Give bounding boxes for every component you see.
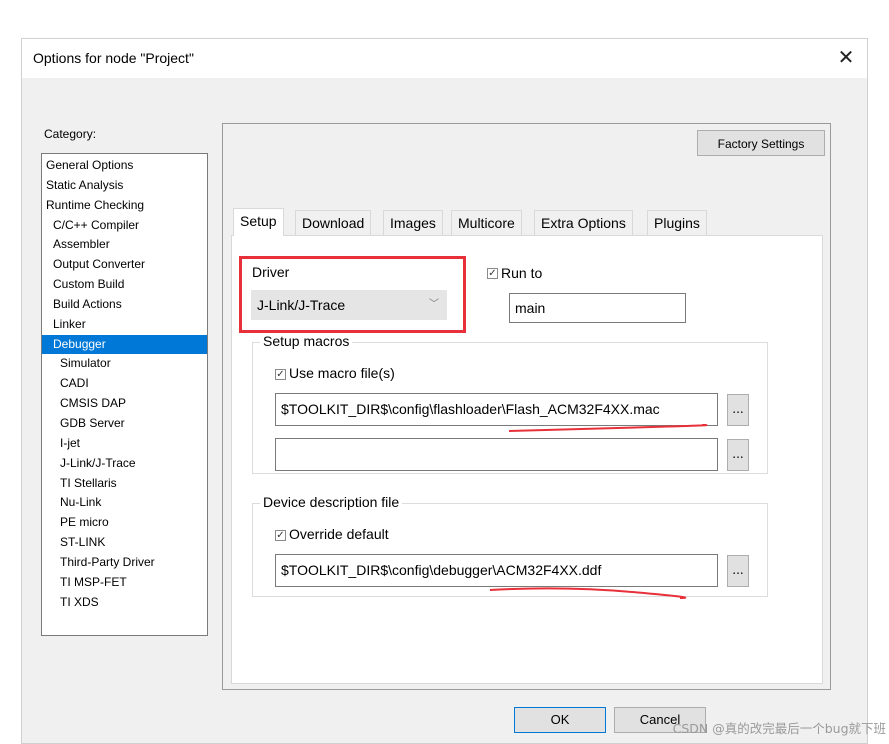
category-item-i-jet[interactable]: I-jet [42,434,207,454]
watermark-text: CSDN @真的改完最后一个bug就下班 [672,721,886,736]
ok-button[interactable]: OK [514,707,606,733]
category-item-static-analysis[interactable]: Static Analysis [42,176,207,196]
macro-underline [508,424,708,432]
tab-multicore[interactable]: Multicore [451,210,522,235]
category-item-debugger[interactable]: Debugger [42,334,207,355]
tab-plugins[interactable]: Plugins [647,210,707,235]
close-icon[interactable]: ✕ [835,46,857,68]
category-item-ti-xds[interactable]: TI XDS [42,593,207,613]
category-item-ti-msp-fet[interactable]: TI MSP-FET [42,573,207,593]
category-item-custom-build[interactable]: Custom Build [42,275,207,295]
category-item-st-link[interactable]: ST-LINK [42,533,207,553]
category-item-runtime-checking[interactable]: Runtime Checking [42,196,207,216]
options-dialog: Options for node "Project" ✕ Category: G… [21,38,868,744]
category-item-general-options[interactable]: General Options [42,156,207,176]
category-item-build-actions[interactable]: Build Actions [42,295,207,315]
category-item-simulator[interactable]: Simulator [42,354,207,374]
category-item-nu-link[interactable]: Nu-Link [42,493,207,513]
category-item-ti-stellaris[interactable]: TI Stellaris [42,474,207,494]
category-item-output-converter[interactable]: Output Converter [42,255,207,275]
annotation-underlines [489,424,708,599]
category-label: Category: [44,127,97,141]
tab-download[interactable]: Download [295,210,372,235]
title-bar: Options for node "Project" ✕ [22,39,867,78]
factory-settings-button[interactable]: Factory Settings [697,130,825,156]
options-panel: Factory Settings Setup Download Images M… [222,123,831,690]
tab-extra-options[interactable]: Extra Options [534,210,633,235]
dialog-title: Options for node "Project" [33,50,194,66]
category-item-j-link-j-trace[interactable]: J-Link/J-Trace [42,454,207,474]
category-item-gdb-server[interactable]: GDB Server [42,414,207,434]
category-item-c-c-compiler[interactable]: C/C++ Compiler [42,216,207,236]
category-item-cadi[interactable]: CADI [42,374,207,394]
category-item-linker[interactable]: Linker [42,315,207,335]
category-item-pe-micro[interactable]: PE micro [42,513,207,533]
tab-images[interactable]: Images [383,210,443,235]
setup-tab-page: Driver J-Link/J-Trace ﹀ ✓ Run to main Se… [231,235,823,684]
category-item-cmsis-dap[interactable]: CMSIS DAP [42,394,207,414]
category-list[interactable]: General Options Static Analysis Runtime Ch… [41,153,208,636]
tab-setup[interactable]: Setup [233,208,284,236]
ddf-underline [489,587,687,599]
category-item-third-party-driver[interactable]: Third-Party Driver [42,553,207,573]
category-item-assembler[interactable]: Assembler [42,235,207,255]
